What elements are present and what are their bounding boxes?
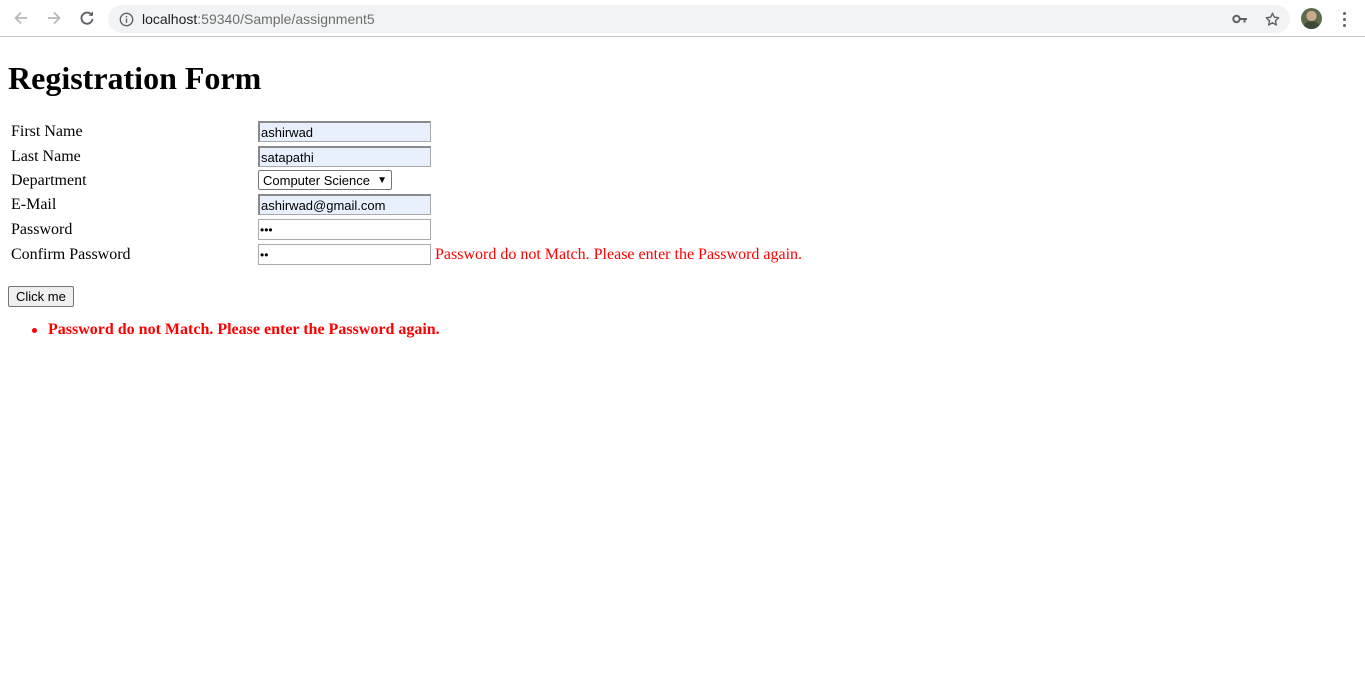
bullet-icon bbox=[32, 328, 37, 333]
row-password: Password bbox=[11, 219, 911, 241]
more-vertical-icon bbox=[1342, 11, 1346, 15]
validation-summary-text: Password do not Match. Please enter the … bbox=[48, 321, 440, 338]
dropdown-arrow-icon: ▼ bbox=[377, 175, 387, 186]
arrow-left-icon bbox=[14, 11, 27, 25]
confirm-password-label: Confirm Password bbox=[11, 246, 131, 263]
row-first-name: First Name bbox=[11, 121, 911, 143]
avatar[interactable] bbox=[1301, 8, 1322, 29]
password-input[interactable] bbox=[258, 219, 431, 240]
department-label: Department bbox=[11, 172, 87, 189]
url-text[interactable]: localhost:59340/Sample/assignment5 bbox=[142, 11, 375, 27]
site-info-button[interactable] bbox=[117, 10, 135, 28]
info-icon bbox=[119, 12, 133, 26]
department-selected-value: Computer Science bbox=[263, 173, 370, 188]
more-vertical-icon bbox=[1342, 23, 1346, 27]
reload-icon bbox=[80, 11, 94, 25]
browser-toolbar: localhost:59340/Sample/assignment5 bbox=[0, 0, 1365, 37]
row-confirm-password: Confirm Password Password do not Match. … bbox=[11, 244, 911, 266]
department-select[interactable]: Computer Science ▼ bbox=[258, 170, 392, 190]
submit-button[interactable]: Click me bbox=[8, 286, 74, 307]
more-vertical-icon bbox=[1342, 17, 1346, 21]
url-path: :59340/Sample/assignment5 bbox=[197, 11, 375, 27]
last-name-label: Last Name bbox=[11, 148, 81, 165]
confirm-password-error: Password do not Match. Please enter the … bbox=[435, 246, 803, 263]
url-host: localhost bbox=[142, 11, 198, 27]
password-key-button[interactable] bbox=[1230, 9, 1250, 29]
validation-summary: Password do not Match. Please enter the … bbox=[8, 321, 440, 339]
back-button[interactable] bbox=[9, 6, 33, 30]
arrow-right-icon bbox=[48, 11, 61, 25]
forward-button[interactable] bbox=[42, 6, 66, 30]
row-email: E-Mail bbox=[11, 194, 911, 216]
bookmark-button[interactable] bbox=[1262, 9, 1282, 29]
first-name-input[interactable] bbox=[258, 121, 431, 142]
browser-menu-button[interactable] bbox=[1337, 8, 1351, 30]
address-bar[interactable]: localhost:59340/Sample/assignment5 bbox=[108, 5, 1290, 33]
validation-summary-item: Password do not Match. Please enter the … bbox=[8, 321, 440, 339]
reload-button[interactable] bbox=[75, 6, 99, 30]
first-name-label: First Name bbox=[11, 123, 83, 140]
page-title: Registration Form bbox=[8, 60, 262, 96]
row-last-name: Last Name bbox=[11, 146, 911, 168]
key-icon bbox=[1232, 14, 1247, 24]
email-input[interactable] bbox=[258, 194, 431, 215]
star-icon bbox=[1265, 12, 1279, 26]
email-label: E-Mail bbox=[11, 196, 57, 213]
confirm-password-input[interactable] bbox=[258, 244, 431, 265]
last-name-input[interactable] bbox=[258, 146, 431, 167]
password-label: Password bbox=[11, 221, 73, 238]
row-department: Department Computer Science ▼ bbox=[11, 170, 911, 192]
